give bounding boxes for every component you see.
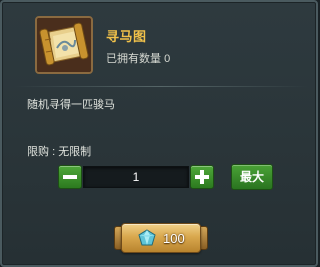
owned-count-row: 已拥有数量 0 xyxy=(106,50,170,66)
limit-label: 限购 xyxy=(27,146,49,158)
plus-icon xyxy=(195,170,209,184)
buy-button[interactable]: 100 xyxy=(113,221,209,255)
minus-icon xyxy=(63,175,77,179)
owned-count: 0 xyxy=(164,53,171,65)
limit-separator: : xyxy=(52,146,56,158)
purchase-panel: 寻马图 已拥有数量 0 随机寻得一匹骏马 限购 : 无限制 1 最大 100 xyxy=(0,0,318,267)
quantity-input[interactable]: 1 xyxy=(83,166,189,188)
gem-icon xyxy=(138,229,156,246)
item-icon-frame xyxy=(35,16,93,74)
decrease-quantity-button[interactable] xyxy=(58,165,82,189)
limit-value: 无限制 xyxy=(58,146,92,158)
increase-quantity-button[interactable] xyxy=(190,165,214,189)
max-quantity-button[interactable]: 最大 xyxy=(231,164,273,190)
item-title: 寻马图 xyxy=(106,29,147,44)
divider xyxy=(14,86,308,87)
item-description: 随机寻得一匹骏马 xyxy=(27,99,115,111)
buy-button-body xyxy=(121,223,201,253)
scroll-map-icon xyxy=(37,18,91,72)
purchase-limit: 限购 : 无限制 xyxy=(27,143,91,159)
price-value: 100 xyxy=(163,231,185,246)
owned-label: 已拥有数量 xyxy=(106,53,161,65)
